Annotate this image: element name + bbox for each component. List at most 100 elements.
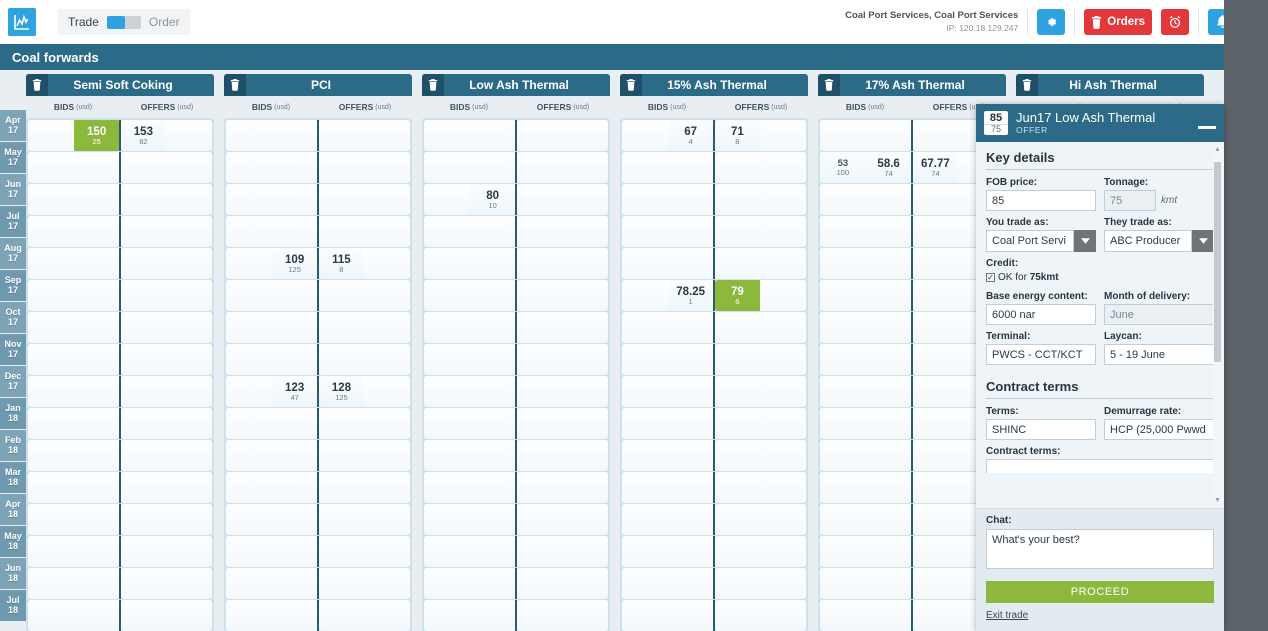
offers-cell[interactable] — [318, 152, 410, 183]
bids-cell[interactable] — [622, 312, 714, 343]
bids-cell[interactable] — [820, 504, 912, 535]
bid-slot-primary[interactable]: 67 4 — [667, 120, 714, 151]
bids-cell[interactable] — [424, 312, 516, 343]
bid-slot-secondary[interactable] — [622, 408, 668, 439]
offer-slot-primary[interactable] — [516, 184, 563, 215]
bids-cell[interactable] — [226, 408, 318, 439]
bid-slot-secondary[interactable] — [226, 472, 272, 503]
offer-slot-secondary[interactable] — [562, 440, 608, 471]
offer-slot-primary[interactable] — [318, 536, 365, 567]
offer-slot-secondary[interactable] — [562, 312, 608, 343]
laycan-input[interactable] — [1104, 344, 1214, 365]
offer-slot-secondary[interactable] — [166, 216, 212, 247]
offer-slot-secondary[interactable] — [760, 280, 806, 311]
offers-cell[interactable] — [516, 152, 608, 183]
bid-slot-primary[interactable] — [469, 216, 516, 247]
offer-slot-primary[interactable] — [516, 216, 563, 247]
offers-cell[interactable] — [714, 184, 806, 215]
bid-slot-primary[interactable]: 150 25 — [73, 120, 120, 151]
offers-cell[interactable] — [120, 376, 212, 407]
bid-slot-secondary[interactable] — [622, 600, 668, 631]
offer-slot-primary[interactable] — [912, 280, 959, 311]
bids-cell[interactable] — [28, 344, 120, 375]
offers-cell[interactable] — [120, 568, 212, 599]
bid-slot-primary[interactable] — [73, 248, 120, 279]
offer-slot-primary[interactable] — [912, 184, 959, 215]
offers-cell[interactable] — [120, 472, 212, 503]
offer-slot-secondary[interactable] — [166, 376, 212, 407]
offers-cell[interactable] — [120, 184, 212, 215]
offer-slot-secondary[interactable] — [166, 472, 212, 503]
offers-cell[interactable]: 71 8 — [714, 120, 806, 151]
offers-cell[interactable] — [714, 472, 806, 503]
bids-cell[interactable] — [28, 376, 120, 407]
offer-slot-primary[interactable] — [912, 376, 959, 407]
offer-slot-secondary[interactable] — [760, 408, 806, 439]
credit-checkbox-row[interactable]: ✓ OK for 75kmt — [986, 272, 1214, 283]
offer-slot-secondary[interactable] — [364, 152, 410, 183]
bids-cell[interactable] — [622, 248, 714, 279]
offers-cell[interactable] — [318, 312, 410, 343]
bids-cell[interactable] — [622, 568, 714, 599]
offer-slot-secondary[interactable] — [364, 184, 410, 215]
offer-slot-primary[interactable] — [516, 472, 563, 503]
offers-cell[interactable]: 115 8 — [318, 248, 410, 279]
bid-slot-secondary[interactable] — [820, 536, 866, 567]
offer-slot-primary[interactable]: 71 8 — [714, 120, 761, 151]
offer-slot-secondary[interactable] — [364, 408, 410, 439]
bid-slot-primary[interactable]: 80 10 — [469, 184, 516, 215]
bids-cell[interactable] — [622, 408, 714, 439]
toggle-switch[interactable] — [106, 15, 141, 29]
offers-cell[interactable]: 128 125 — [318, 376, 410, 407]
bids-cell[interactable] — [424, 280, 516, 311]
bid-slot-primary[interactable] — [271, 312, 318, 343]
offer-slot-secondary[interactable] — [364, 600, 410, 631]
chevron-down-icon[interactable] — [1074, 230, 1096, 252]
bids-cell[interactable] — [820, 440, 912, 471]
bid-slot-secondary[interactable] — [820, 504, 866, 535]
offer-slot-primary[interactable] — [516, 600, 563, 631]
delete-product-button[interactable] — [620, 74, 642, 96]
bids-cell[interactable] — [820, 184, 912, 215]
offer-slot-primary[interactable] — [318, 440, 365, 471]
bid-slot-primary[interactable] — [271, 184, 318, 215]
offer-slot-primary[interactable] — [120, 248, 167, 279]
bid-slot-primary[interactable] — [667, 312, 714, 343]
bid-slot-secondary[interactable] — [622, 184, 668, 215]
bid-slot-primary[interactable] — [469, 568, 516, 599]
bid-slot-secondary[interactable] — [226, 536, 272, 567]
offers-cell[interactable] — [714, 216, 806, 247]
bid-slot-secondary[interactable] — [226, 216, 272, 247]
scroll-up-arrow[interactable]: ▲ — [1213, 146, 1222, 153]
bid-slot-primary[interactable] — [865, 344, 912, 375]
offer-slot-primary[interactable] — [120, 312, 167, 343]
bid-slot-primary[interactable] — [271, 536, 318, 567]
bids-cell[interactable] — [622, 600, 714, 631]
offers-cell[interactable] — [714, 504, 806, 535]
bid-slot-secondary[interactable] — [820, 600, 866, 631]
settings-button[interactable] — [1037, 9, 1066, 35]
offer-slot-primary[interactable] — [912, 312, 959, 343]
bid-slot-secondary[interactable] — [820, 280, 866, 311]
offer-slot-secondary[interactable] — [166, 120, 212, 151]
bid-slot-secondary[interactable]: 53 100 — [820, 152, 866, 183]
offer-slot-primary[interactable] — [318, 120, 365, 151]
offer-slot-primary[interactable] — [714, 600, 761, 631]
bids-cell[interactable]: 53 100 58.6 74 — [820, 152, 912, 183]
offer-slot-primary[interactable] — [516, 568, 563, 599]
offer-slot-secondary[interactable] — [364, 472, 410, 503]
offer-slot-secondary[interactable] — [562, 152, 608, 183]
bid-slot-primary[interactable] — [73, 344, 120, 375]
offer-slot-primary[interactable] — [714, 440, 761, 471]
bids-cell[interactable] — [424, 568, 516, 599]
offer-slot-secondary[interactable] — [364, 344, 410, 375]
bid-slot-secondary[interactable] — [820, 120, 866, 151]
offers-cell[interactable] — [120, 344, 212, 375]
offers-cell[interactable] — [714, 440, 806, 471]
bid-slot-primary[interactable] — [469, 344, 516, 375]
offer-slot-secondary[interactable] — [562, 600, 608, 631]
bids-cell[interactable] — [226, 120, 318, 151]
bid-slot-primary[interactable] — [469, 408, 516, 439]
bids-cell[interactable] — [622, 536, 714, 567]
bids-cell[interactable] — [226, 184, 318, 215]
